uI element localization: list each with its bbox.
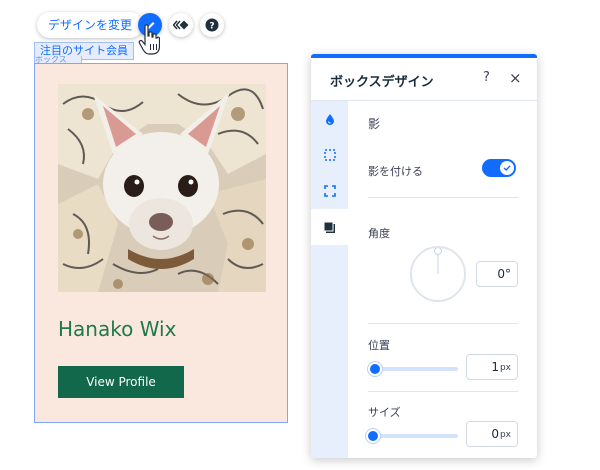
angle-dial[interactable] xyxy=(410,246,466,302)
member-name: Hanako Wix xyxy=(58,317,177,341)
fill-drop-icon xyxy=(325,114,334,125)
enable-shadow-label: 影を付ける xyxy=(368,165,423,178)
divider xyxy=(368,323,518,324)
position-unit: px xyxy=(499,363,511,373)
enable-shadow-toggle[interactable] xyxy=(482,159,516,177)
shadow-section-title: 影 xyxy=(368,117,381,131)
size-label: サイズ xyxy=(368,406,401,419)
border-icon xyxy=(323,149,336,161)
size-slider-thumb[interactable] xyxy=(366,429,380,443)
size-unit: px xyxy=(499,430,511,440)
tab-shadow[interactable] xyxy=(311,209,348,245)
size-slider-track[interactable] xyxy=(370,434,458,438)
tab-border[interactable] xyxy=(311,137,348,173)
panel-title: ボックスデザイン xyxy=(330,75,434,90)
chihuahua-photo xyxy=(58,84,266,292)
help-button[interactable]: ? xyxy=(200,13,224,37)
position-slider-track[interactable] xyxy=(370,367,458,371)
shadow-settings: 影 影を付ける 角度 0° 位置 1 px サイズ 0 px xyxy=(348,101,537,458)
angle-input[interactable]: 0° xyxy=(476,261,518,287)
member-card[interactable]: Hanako Wix View Profile xyxy=(34,63,288,423)
divider xyxy=(368,391,518,392)
panel-side-tabs xyxy=(311,101,348,458)
position-value: 1 xyxy=(491,360,499,374)
position-input[interactable]: 1 px xyxy=(466,354,518,380)
view-profile-button[interactable]: View Profile xyxy=(58,366,184,398)
size-value: 0 xyxy=(491,427,499,441)
panel-help-button[interactable]: ? xyxy=(483,70,490,85)
box-design-panel: ボックスデザイン ? × 影 影を付ける 角度 0° 位置 1 px サイズ 0… xyxy=(311,54,537,458)
animation-button[interactable] xyxy=(169,13,193,37)
position-slider-thumb[interactable] xyxy=(368,362,382,376)
animation-icon xyxy=(173,20,189,30)
divider xyxy=(368,197,518,198)
shadow-icon xyxy=(323,221,335,233)
tab-corners[interactable] xyxy=(311,173,348,209)
angle-label: 角度 xyxy=(368,227,390,240)
svg-text:?: ? xyxy=(209,22,214,32)
question-icon: ? xyxy=(205,18,219,32)
change-design-button[interactable]: デザインを変更 xyxy=(37,12,144,38)
hand-cursor-icon xyxy=(138,24,160,55)
panel-header: ボックスデザイン ? × xyxy=(311,58,537,101)
check-icon xyxy=(503,165,511,171)
angle-value: 0° xyxy=(497,267,511,281)
member-photo xyxy=(58,84,266,292)
angle-dial-indicator xyxy=(434,248,442,274)
corners-icon xyxy=(323,185,336,197)
panel-close-button[interactable]: × xyxy=(509,69,522,87)
size-input[interactable]: 0 px xyxy=(466,421,518,447)
toggle-knob xyxy=(500,161,514,175)
tab-fill[interactable] xyxy=(311,101,348,137)
position-label: 位置 xyxy=(368,339,390,352)
